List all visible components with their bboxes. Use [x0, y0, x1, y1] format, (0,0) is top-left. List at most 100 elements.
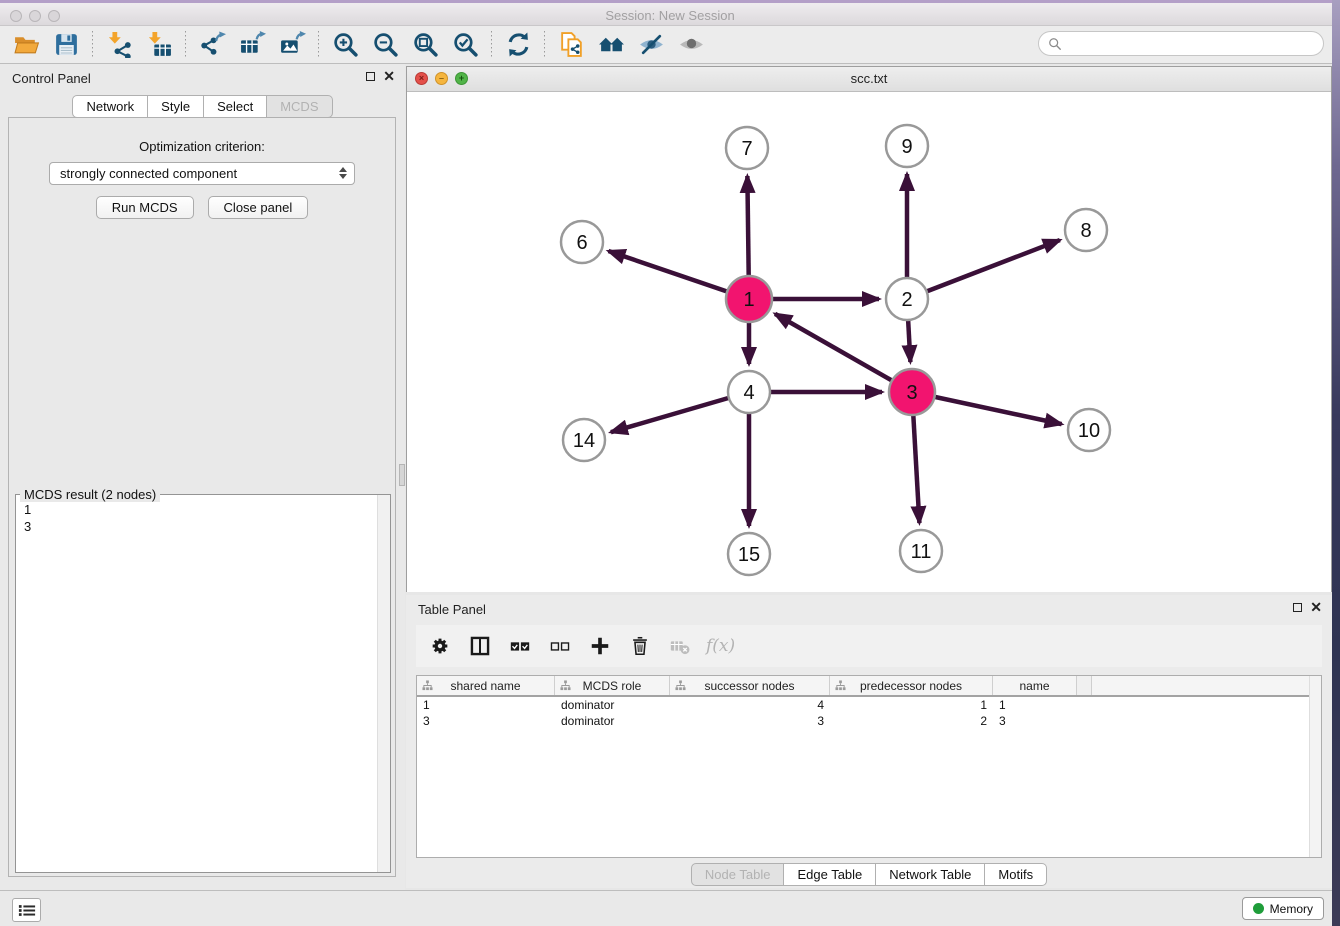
column-header-name[interactable]: name	[993, 676, 1077, 695]
cell-shared-name[interactable]: 3	[417, 713, 555, 729]
cell-successor-nodes[interactable]: 3	[670, 713, 830, 729]
show-all-icon[interactable]	[671, 29, 711, 61]
memory-button[interactable]: Memory	[1242, 897, 1324, 920]
tab-select[interactable]: Select	[204, 95, 267, 118]
table-scrollbar[interactable]	[1309, 676, 1321, 857]
close-panel-icon[interactable]: ✕	[383, 71, 395, 82]
export-network-icon[interactable]	[192, 29, 232, 61]
save-session-icon[interactable]	[46, 29, 86, 61]
graph-node-10[interactable]: 10	[1068, 409, 1110, 451]
column-header-shared-name[interactable]: shared name	[417, 676, 555, 695]
column-label: successor nodes	[704, 679, 794, 693]
graph-node-8[interactable]: 8	[1065, 209, 1107, 251]
first-neighbors-icon[interactable]	[591, 29, 631, 61]
cell-successor-nodes[interactable]: 4	[670, 697, 830, 713]
node-label: 3	[906, 382, 917, 404]
graph-node-9[interactable]: 9	[886, 125, 928, 167]
graph-node-14[interactable]: 14	[563, 419, 605, 461]
column-label: name	[1019, 679, 1049, 693]
cell-MCDS-role[interactable]: dominator	[555, 697, 670, 713]
search-box[interactable]	[1038, 31, 1324, 56]
node-label: 4	[743, 382, 754, 404]
cell-shared-name[interactable]: 1	[417, 697, 555, 713]
graph-node-7[interactable]: 7	[726, 127, 768, 169]
tab-style[interactable]: Style	[148, 95, 204, 118]
edge-2-to-8[interactable]	[907, 240, 1060, 299]
export-table-icon[interactable]	[232, 29, 272, 61]
node-label: 9	[901, 136, 912, 158]
table-row[interactable]: 3dominator323	[417, 713, 1321, 729]
panel-splitter[interactable]	[398, 64, 406, 890]
table-row[interactable]: 1dominator411	[417, 697, 1321, 713]
column-header-successor-nodes[interactable]: successor nodes	[670, 676, 830, 695]
control-panel-tabs: NetworkStyleSelectMCDS	[0, 95, 405, 118]
zoom-out-icon[interactable]	[365, 29, 405, 61]
control-panel: Control Panel ✕ NetworkStyleSelectMCDS O…	[0, 64, 405, 890]
memory-status-icon	[1253, 903, 1264, 914]
close-table-panel-icon[interactable]: ✕	[1310, 602, 1322, 613]
graph-node-3[interactable]: 3	[889, 369, 935, 415]
application-window: Session: New Session Control Panel ✕ Net…	[0, 0, 1340, 926]
select-all-columns-icon[interactable]	[506, 632, 534, 660]
tab-network-table[interactable]: Network Table	[876, 863, 985, 886]
close-panel-button[interactable]: Close panel	[208, 196, 309, 219]
zoom-in-icon[interactable]	[325, 29, 365, 61]
node-label: 8	[1080, 220, 1091, 242]
main-toolbar	[0, 26, 1340, 64]
node-label: 2	[901, 289, 912, 311]
graph-node-4[interactable]: 4	[728, 371, 770, 413]
clone-network-icon[interactable]	[551, 29, 591, 61]
create-column-icon[interactable]	[586, 632, 614, 660]
float-panel-icon[interactable]	[366, 72, 375, 81]
network-title: scc.txt	[407, 71, 1331, 86]
delete-columns-icon[interactable]	[626, 632, 654, 660]
network-window-titlebar[interactable]: × – + scc.txt	[407, 67, 1331, 92]
cell-predecessor-nodes[interactable]: 2	[830, 713, 993, 729]
graph-node-6[interactable]: 6	[561, 221, 603, 263]
column-label: shared name	[450, 679, 520, 693]
run-mcds-button[interactable]: Run MCDS	[96, 196, 194, 219]
float-table-panel-icon[interactable]	[1293, 603, 1302, 612]
tab-node-table[interactable]: Node Table	[691, 863, 785, 886]
refresh-view-icon[interactable]	[498, 29, 538, 61]
splitter-grip[interactable]	[399, 464, 405, 486]
graph-node-2[interactable]: 2	[886, 278, 928, 320]
graph-canvas[interactable]: 7 9 6 8 1 2 4 3 14 10 15 11	[407, 92, 1331, 592]
open-file-icon[interactable]	[6, 29, 46, 61]
table-options-icon[interactable]	[426, 632, 454, 660]
column-header-MCDS-role[interactable]: MCDS role	[555, 676, 670, 695]
tab-network[interactable]: Network	[72, 95, 148, 118]
cell-name[interactable]: 1	[993, 697, 1077, 713]
export-image-icon[interactable]	[272, 29, 312, 61]
result-scrollbar[interactable]	[377, 495, 390, 872]
show-columns-icon[interactable]	[466, 632, 494, 660]
graph-node-1[interactable]: 1	[726, 276, 772, 322]
cell-MCDS-role[interactable]: dominator	[555, 713, 670, 729]
tab-motifs[interactable]: Motifs	[985, 863, 1047, 886]
search-icon	[1048, 37, 1062, 51]
cell-predecessor-nodes[interactable]: 1	[830, 697, 993, 713]
import-table-icon[interactable]	[139, 29, 179, 61]
node-label: 11	[911, 541, 932, 563]
header-stub	[1077, 676, 1092, 695]
cell-name[interactable]: 3	[993, 713, 1077, 729]
node-table: shared name MCDS role successor nodes prede…	[416, 675, 1322, 858]
task-history-button[interactable]	[12, 898, 41, 922]
hide-selected-icon[interactable]	[631, 29, 671, 61]
graph-node-11[interactable]: 11	[900, 530, 942, 572]
zoom-fit-icon[interactable]	[405, 29, 445, 61]
zoom-selected-icon[interactable]	[445, 29, 485, 61]
hierarchy-icon	[422, 680, 433, 694]
unselect-all-columns-icon[interactable]	[546, 632, 574, 660]
control-panel-title: Control Panel	[12, 71, 91, 86]
graph-node-15[interactable]: 15	[728, 533, 770, 575]
import-network-icon[interactable]	[99, 29, 139, 61]
delete-table-icon	[666, 632, 694, 660]
column-label: predecessor nodes	[860, 679, 962, 693]
tab-mcds[interactable]: MCDS	[267, 95, 332, 118]
tab-edge-table[interactable]: Edge Table	[784, 863, 876, 886]
column-header-predecessor-nodes[interactable]: predecessor nodes	[830, 676, 993, 695]
search-input[interactable]	[1067, 36, 1323, 52]
criterion-select[interactable]: strongly connected component	[49, 162, 355, 185]
node-label: 15	[738, 544, 760, 566]
